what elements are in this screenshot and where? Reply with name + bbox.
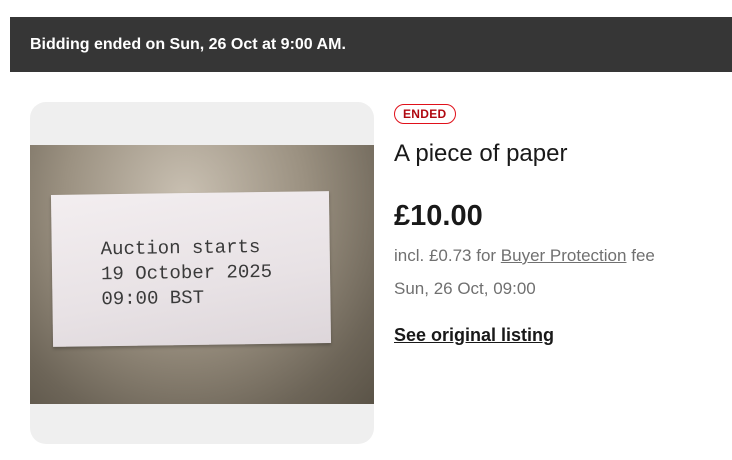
bidding-ended-banner: Bidding ended on Sun, 26 Oct at 9:00 AM. [10,17,732,72]
paper-note: Auction starts 19 October 2025 09:00 BST [50,191,332,347]
buyer-protection-fee: incl. £0.73 for Buyer Protection fee [394,246,655,266]
fee-suffix: fee [631,246,655,265]
see-original-listing-link[interactable]: See original listing [394,325,554,346]
note-line-3: 09:00 BST [101,286,205,311]
buyer-protection-link[interactable]: Buyer Protection [501,246,627,265]
listing-photo[interactable]: Auction starts 19 October 2025 09:00 BST [30,145,374,404]
end-date: Sun, 26 Oct, 09:00 [394,279,536,298]
typed-note-text: Auction starts 19 October 2025 09:00 BST [101,235,273,312]
fee-prefix: incl. £0.73 for [394,246,497,265]
banner-text: Bidding ended on Sun, 26 Oct at 9:00 AM. [30,35,346,53]
listing-image-card[interactable]: Auction starts 19 October 2025 09:00 BST [30,102,374,444]
status-badge: ENDED [394,104,456,124]
note-line-2: 19 October 2025 [100,260,273,286]
listing-price: £10.00 [394,200,483,232]
listing-title: A piece of paper [394,140,568,167]
listing-details: ENDED A piece of paper £10.00 incl. £0.7… [394,104,724,345]
note-line-1: Auction starts [100,236,261,261]
